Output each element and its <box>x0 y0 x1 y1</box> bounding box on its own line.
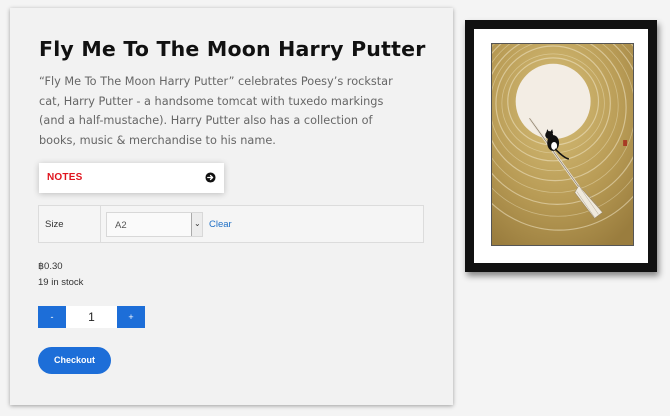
variations-table: Size A2 ⌄ Clear <box>38 205 424 243</box>
arrow-right-circle-icon <box>205 172 216 183</box>
size-select[interactable]: A2 ⌄ <box>106 212 203 237</box>
product-title: Fly Me To The Moon Harry Putter <box>39 37 426 61</box>
variation-label-cell: Size <box>39 206 101 242</box>
chevron-down-icon: ⌄ <box>194 219 201 228</box>
product-image-frame[interactable] <box>465 20 657 272</box>
frame-mat <box>474 29 648 263</box>
product-artwork-image <box>491 43 634 246</box>
checkout-button[interactable]: Checkout <box>38 347 111 374</box>
product-price: ฿0.30 <box>38 261 63 272</box>
notes-label: NOTES <box>47 172 83 183</box>
quantity-increase-button[interactable]: + <box>117 306 145 328</box>
quantity-decrease-button[interactable]: - <box>38 306 66 328</box>
notes-toggle[interactable]: NOTES <box>39 163 224 193</box>
product-card: Fly Me To The Moon Harry Putter “Fly Me … <box>10 8 453 405</box>
clear-link[interactable]: Clear <box>209 219 232 230</box>
quantity-input[interactable]: 1 <box>66 306 117 328</box>
size-label: Size <box>45 219 64 230</box>
select-dropdown-button[interactable]: ⌄ <box>191 213 202 236</box>
size-select-value: A2 <box>115 220 127 231</box>
stock-status: 19 in stock <box>38 277 84 288</box>
product-description: “Fly Me To The Moon Harry Putter” celebr… <box>39 75 393 147</box>
